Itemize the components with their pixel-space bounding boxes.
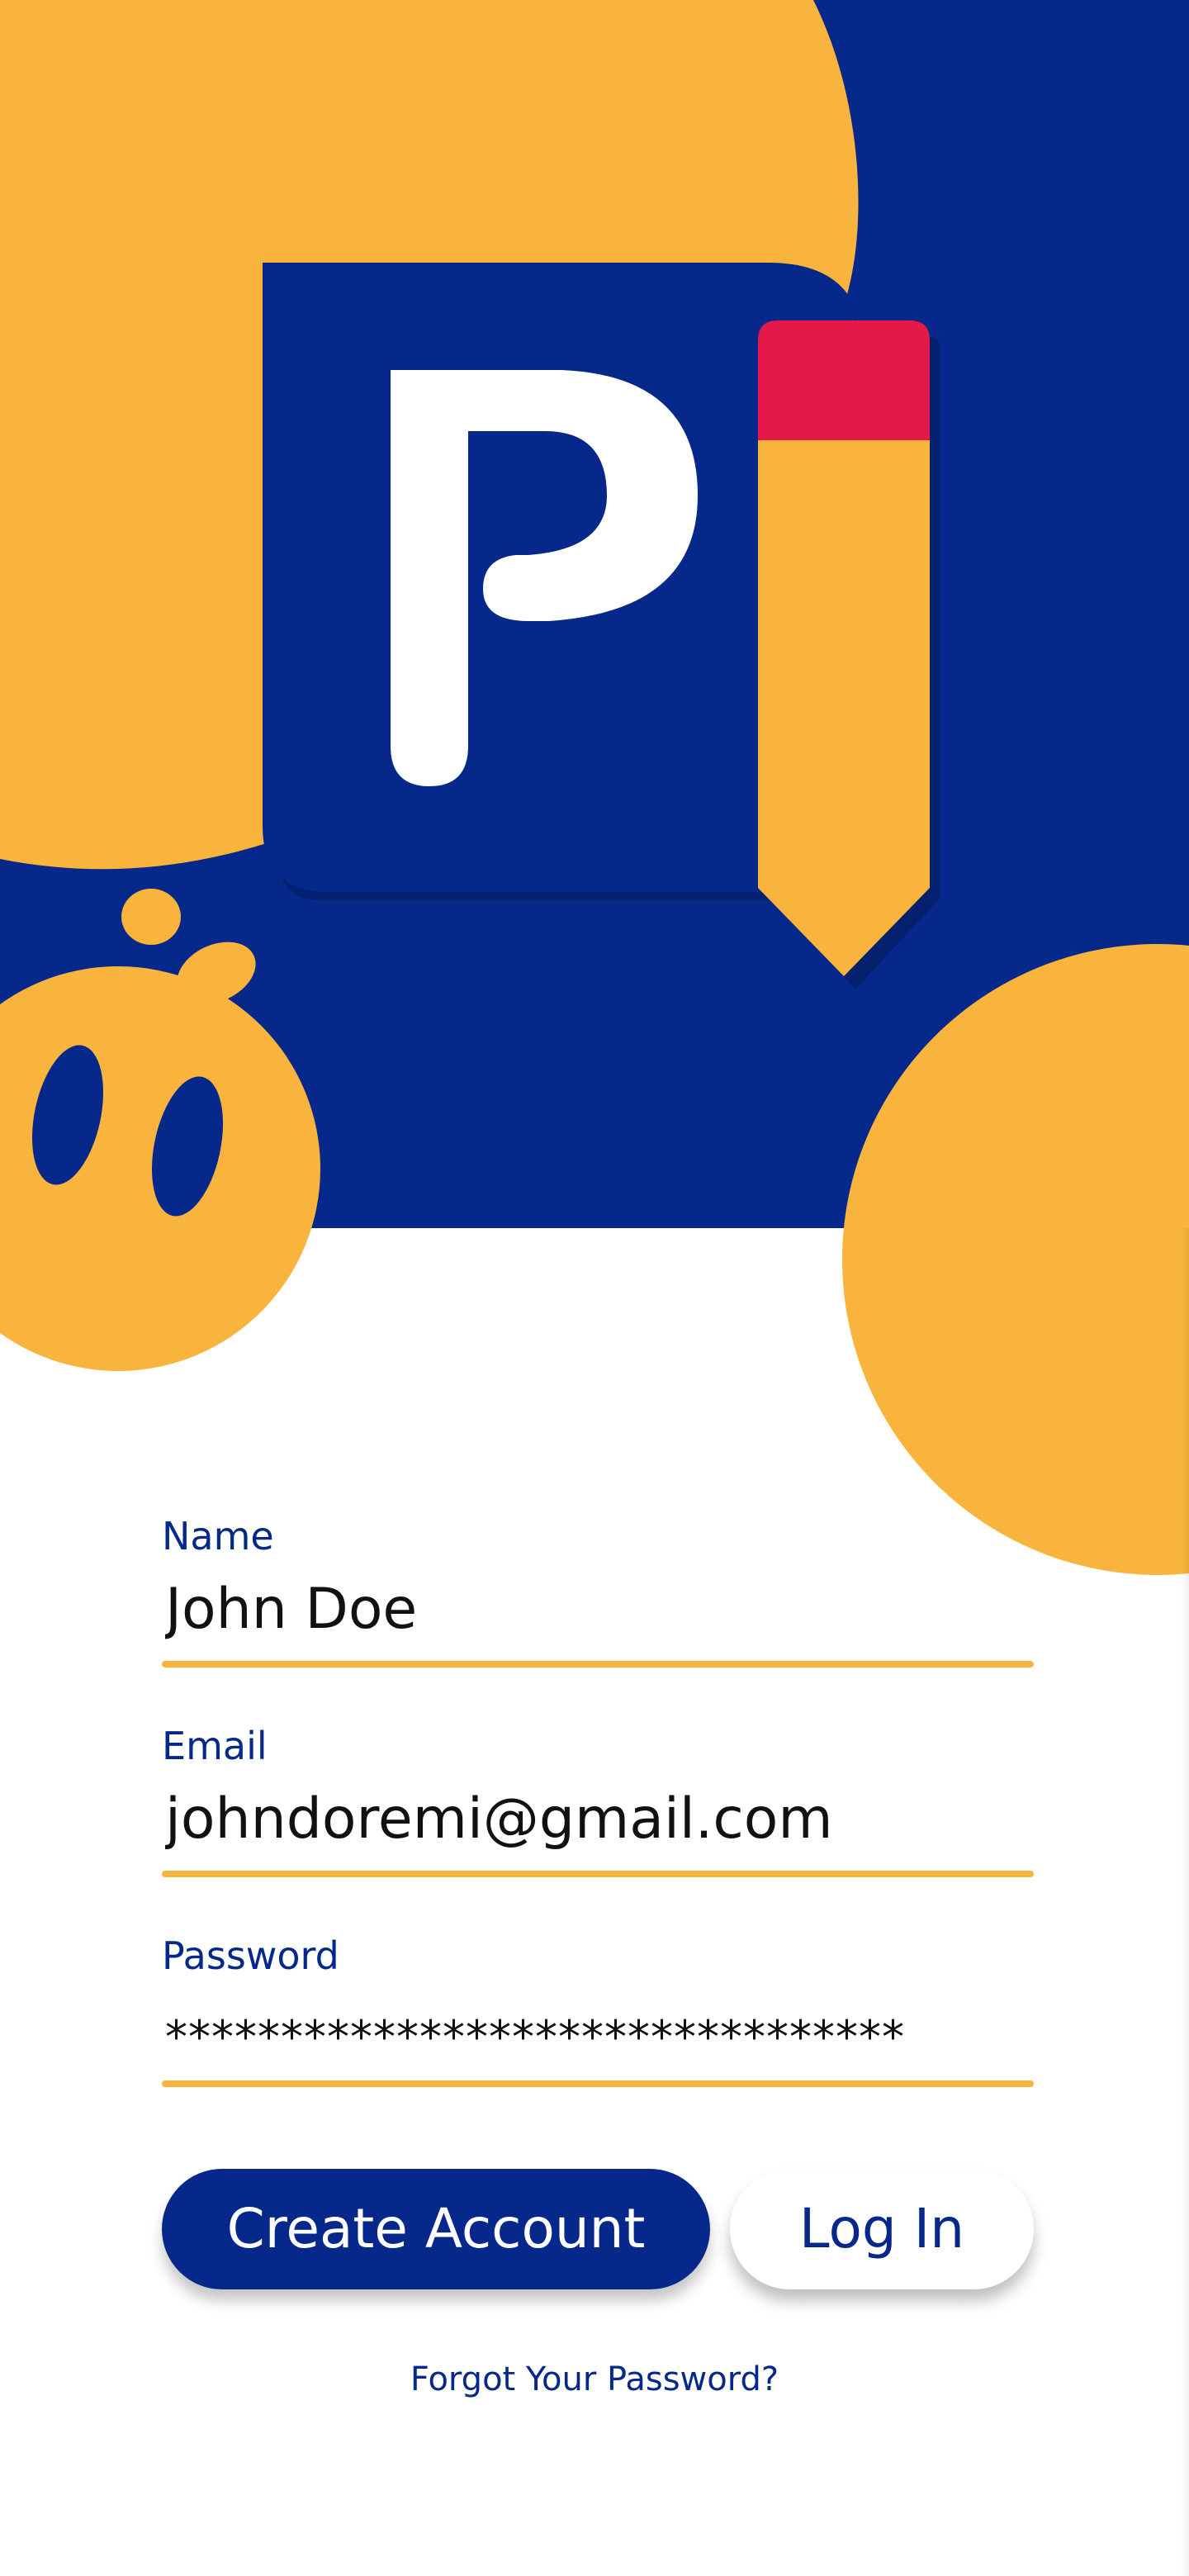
password-label: Password (162, 1933, 339, 1978)
signup-form: Name Email Password ********************… (162, 1511, 1034, 2141)
create-account-button[interactable]: Create Account (162, 2169, 710, 2289)
name-field: Name (162, 1511, 1034, 1721)
password-underline (162, 2080, 1034, 2087)
email-label: Email (162, 1724, 268, 1768)
name-underline (162, 1661, 1034, 1668)
hero-banner (0, 0, 1189, 1228)
password-field: Password *******************************… (162, 1931, 1034, 2141)
log-in-button[interactable]: Log In (730, 2169, 1034, 2289)
email-underline (162, 1871, 1034, 1877)
email-field: Email (162, 1721, 1034, 1931)
forgot-password-link[interactable]: Forgot Your Password? (0, 2360, 1189, 2398)
form-actions: Create Account Log In (162, 2169, 1034, 2291)
password-input[interactable]: ******************************** (165, 2000, 1024, 2075)
email-input[interactable] (165, 1782, 1024, 1857)
name-label: Name (162, 1514, 274, 1558)
name-input[interactable] (165, 1573, 1024, 1647)
hero-illustration (0, 0, 940, 989)
